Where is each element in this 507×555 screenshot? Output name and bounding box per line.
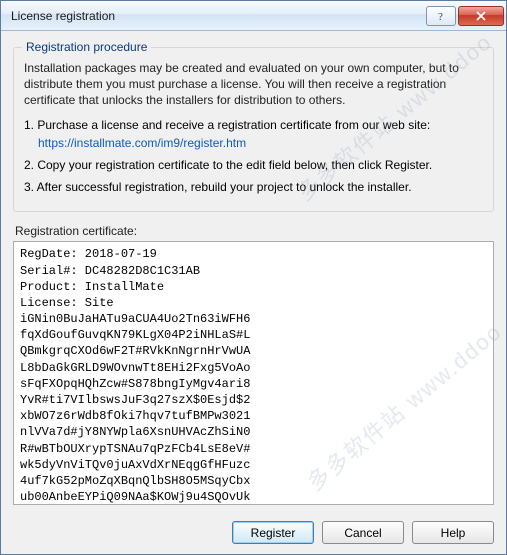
button-row: Register Cancel Help <box>1 513 506 554</box>
window-controls: ? <box>424 6 504 26</box>
close-icon[interactable] <box>458 6 504 26</box>
dialog-window: License registration ? Registration proc… <box>0 0 507 555</box>
help-icon[interactable]: ? <box>426 6 456 26</box>
step-2: 2. Copy your registration certificate to… <box>24 157 483 173</box>
register-link[interactable]: https://installmate.com/im9/register.htm <box>52 135 246 151</box>
window-title: License registration <box>11 9 424 23</box>
group-label: Registration procedure <box>22 40 151 54</box>
cancel-button[interactable]: Cancel <box>322 521 404 544</box>
dialog-content: Registration procedure Installation pack… <box>1 31 506 513</box>
procedure-group: Registration procedure Installation pack… <box>13 47 494 212</box>
procedure-steps: 1. Purchase a license and receive a regi… <box>24 117 483 196</box>
step-3: 3. After successful registration, rebuil… <box>24 179 483 195</box>
svg-text:?: ? <box>438 11 443 22</box>
procedure-intro: Installation packages may be created and… <box>24 60 483 109</box>
certificate-input[interactable] <box>13 241 494 505</box>
register-button[interactable]: Register <box>232 521 314 544</box>
step-1: 1. Purchase a license and receive a regi… <box>24 117 483 151</box>
titlebar: License registration ? <box>1 1 506 31</box>
help-button[interactable]: Help <box>412 521 494 544</box>
certificate-label: Registration certificate: <box>15 224 494 238</box>
